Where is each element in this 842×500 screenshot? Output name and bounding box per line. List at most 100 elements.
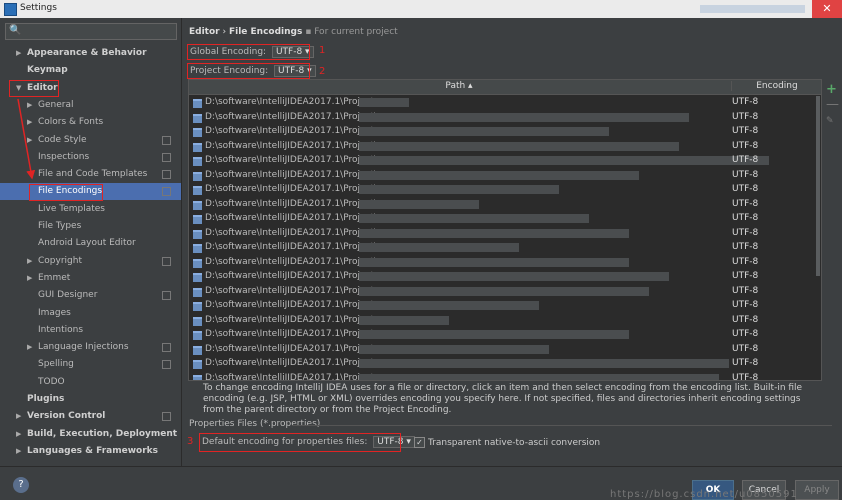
- collapsed-arrow-icon[interactable]: ▶: [16, 426, 21, 443]
- table-row[interactable]: D:\software\IntelliJIDEA2017.1\Project UT…: [189, 298, 821, 313]
- edit-icon[interactable]: ✎: [826, 116, 838, 126]
- sidebar-item-file-types[interactable]: File Types: [0, 218, 181, 235]
- encoding-cell[interactable]: UTF-8: [732, 211, 758, 226]
- sidebar-item-colors-fonts[interactable]: ▶ Colors & Fonts: [0, 114, 181, 131]
- encoding-cell[interactable]: UTF-8: [732, 371, 758, 381]
- collapsed-arrow-icon[interactable]: ▶: [27, 114, 32, 131]
- encoding-cell[interactable]: UTF-8: [732, 110, 758, 125]
- section-divider: [292, 425, 832, 426]
- sidebar-item-live-templates[interactable]: Live Templates: [0, 201, 181, 218]
- sidebar-item-general[interactable]: ▶ General: [0, 97, 181, 114]
- sidebar-item-android-layout-editor[interactable]: Android Layout Editor: [0, 235, 181, 252]
- sidebar-item-spelling[interactable]: Spelling: [0, 356, 181, 373]
- encoding-cell[interactable]: UTF-8: [732, 226, 758, 241]
- path-cell: D:\software\IntelliJIDEA2017.1\Project: [205, 300, 375, 310]
- sidebar-item-todo[interactable]: TODO: [0, 374, 181, 391]
- table-row[interactable]: D:\software\IntelliJIDEA2017.1\Project\ U…: [189, 139, 821, 154]
- sidebar-item-copyright[interactable]: ▶ Copyright: [0, 253, 181, 270]
- sidebar-item-intentions[interactable]: Intentions: [0, 322, 181, 339]
- encoding-cell[interactable]: UTF-8: [732, 284, 758, 299]
- collapsed-arrow-icon[interactable]: ▶: [27, 339, 32, 356]
- encoding-cell[interactable]: UTF-8: [732, 255, 758, 270]
- search-input[interactable]: 🔍: [5, 23, 177, 40]
- folder-icon: [193, 258, 202, 268]
- sidebar-item-languages-frameworks[interactable]: ▶ Languages & Frameworks: [0, 443, 181, 460]
- sidebar-item-images[interactable]: Images: [0, 305, 181, 322]
- blurred-region: [359, 228, 629, 238]
- table-row[interactable]: D:\software\IntelliJIDEA2017.1\Project UT…: [189, 356, 821, 371]
- table-row[interactable]: D:\software\IntelliJIDEA2017.1\Project UT…: [189, 124, 821, 139]
- collapsed-arrow-icon[interactable]: ▶: [16, 408, 21, 425]
- path-column-header[interactable]: Path ▴: [189, 81, 729, 91]
- table-row[interactable]: D:\software\IntelliJIDEA2017.1\Project\ U…: [189, 110, 821, 125]
- sidebar-item-appearance-behavior[interactable]: ▶ Appearance & Behavior: [0, 45, 181, 62]
- encoding-cell[interactable]: UTF-8: [732, 356, 758, 371]
- help-icon[interactable]: ?: [13, 477, 29, 493]
- table-row[interactable]: D:\software\IntelliJIDEA2017.1\Project\ U…: [189, 153, 821, 168]
- sidebar-item-label: TODO: [38, 376, 65, 387]
- collapsed-arrow-icon[interactable]: ▶: [27, 270, 32, 287]
- blurred-region: [359, 257, 629, 267]
- table-row[interactable]: D:\software\IntelliJIDEA2017.1\Project UT…: [189, 313, 821, 328]
- collapsed-arrow-icon[interactable]: ▶: [27, 253, 32, 270]
- encoding-cell[interactable]: UTF-8: [732, 240, 758, 255]
- sidebar-item-build-execution-deployment[interactable]: ▶ Build, Execution, Deployment: [0, 426, 181, 443]
- blurred-region: [359, 315, 449, 325]
- table-row[interactable]: D:\software\IntelliJIDEA2017.1\Project\ U…: [189, 255, 821, 270]
- table-row[interactable]: D:\software\IntelliJIDEA2017.1\Project\ U…: [189, 168, 821, 183]
- sidebar-item-emmet[interactable]: ▶ Emmet: [0, 270, 181, 287]
- sidebar-item-version-control[interactable]: ▶ Version Control: [0, 408, 181, 425]
- table-row[interactable]: D:\software\IntelliJIDEA2017.1\Project\ U…: [189, 226, 821, 241]
- table-row[interactable]: D:\software\IntelliJIDEA2017.1\Project UT…: [189, 342, 821, 357]
- encoding-cell[interactable]: UTF-8: [732, 95, 758, 110]
- path-cell: D:\software\IntelliJIDEA2017.1\Project: [205, 271, 375, 281]
- collapsed-arrow-icon[interactable]: ▶: [27, 97, 32, 114]
- add-icon[interactable]: +: [826, 82, 838, 97]
- table-row[interactable]: D:\software\IntelliJIDEA2017.1\Project UT…: [189, 95, 821, 110]
- sidebar-item-gui-designer[interactable]: GUI Designer: [0, 287, 181, 304]
- encoding-cell[interactable]: UTF-8: [732, 327, 758, 342]
- collapsed-arrow-icon[interactable]: ▶: [16, 45, 21, 62]
- encoding-cell[interactable]: UTF-8: [732, 182, 758, 197]
- window-close-button[interactable]: ✕: [812, 0, 842, 18]
- sidebar-item-language-injections[interactable]: ▶ Language Injections: [0, 339, 181, 356]
- table-row[interactable]: D:\software\IntelliJIDEA2017.1\Project\ U…: [189, 211, 821, 226]
- encoding-cell[interactable]: UTF-8: [732, 153, 758, 168]
- sidebar-item-keymap[interactable]: Keymap: [0, 62, 181, 79]
- table-row[interactable]: D:\software\IntelliJIDEA2017.1\Project UT…: [189, 371, 821, 381]
- table-scrollbar[interactable]: [816, 96, 820, 276]
- encoding-cell[interactable]: UTF-8: [732, 298, 758, 313]
- encoding-column-header[interactable]: Encoding: [731, 81, 821, 91]
- encoding-cell[interactable]: UTF-8: [732, 139, 758, 154]
- table-row[interactable]: D:\software\IntelliJIDEA2017.1\Project\y…: [189, 182, 821, 197]
- table-row[interactable]: D:\software\IntelliJIDEA2017.1\Project UT…: [189, 284, 821, 299]
- dialog-footer: ? OK Cancel Apply https://blog.csdn.net/…: [0, 466, 842, 500]
- path-cell: D:\software\IntelliJIDEA2017.1\Project: [205, 329, 375, 339]
- sidebar-item-label: Version Control: [27, 411, 106, 422]
- blurred-region: [359, 112, 689, 122]
- encoding-cell[interactable]: UTF-8: [732, 197, 758, 212]
- table-row[interactable]: D:\software\IntelliJIDEA2017.1\Project UT…: [189, 269, 821, 284]
- sidebar-item-plugins[interactable]: Plugins: [0, 391, 181, 408]
- sidebar-item-file-and-code-templates[interactable]: File and Code Templates: [0, 166, 181, 183]
- table-row[interactable]: D:\software\IntelliJIDEA2017.1\Project UT…: [189, 327, 821, 342]
- transparent-native-to-ascii-checkbox[interactable]: ✓: [414, 437, 425, 448]
- blurred-region: [359, 199, 479, 209]
- folder-icon: [193, 200, 202, 210]
- table-row[interactable]: D:\software\IntelliJIDEA2017.1\Project\ U…: [189, 240, 821, 255]
- path-cell: D:\software\IntelliJIDEA2017.1\Project\: [205, 213, 378, 223]
- encoding-cell[interactable]: UTF-8: [732, 269, 758, 284]
- apply-button[interactable]: Apply: [795, 480, 839, 500]
- path-cell: D:\software\IntelliJIDEA2017.1\Project\: [205, 256, 378, 267]
- sidebar-item-code-style[interactable]: ▶ Code Style: [0, 132, 181, 149]
- encoding-cell[interactable]: UTF-8: [732, 124, 758, 139]
- encoding-cell[interactable]: UTF-8: [732, 313, 758, 328]
- collapsed-arrow-icon[interactable]: ▶: [27, 132, 32, 149]
- sidebar-item-inspections[interactable]: Inspections: [0, 149, 181, 166]
- table-row[interactable]: D:\software\IntelliJIDEA2017.1\Project\ U…: [189, 197, 821, 212]
- collapsed-arrow-icon[interactable]: ▶: [16, 443, 21, 460]
- remove-icon[interactable]: —: [826, 97, 839, 112]
- encoding-cell[interactable]: UTF-8: [732, 168, 758, 183]
- encoding-cell[interactable]: UTF-8: [732, 342, 758, 357]
- folder-icon: [193, 302, 202, 311]
